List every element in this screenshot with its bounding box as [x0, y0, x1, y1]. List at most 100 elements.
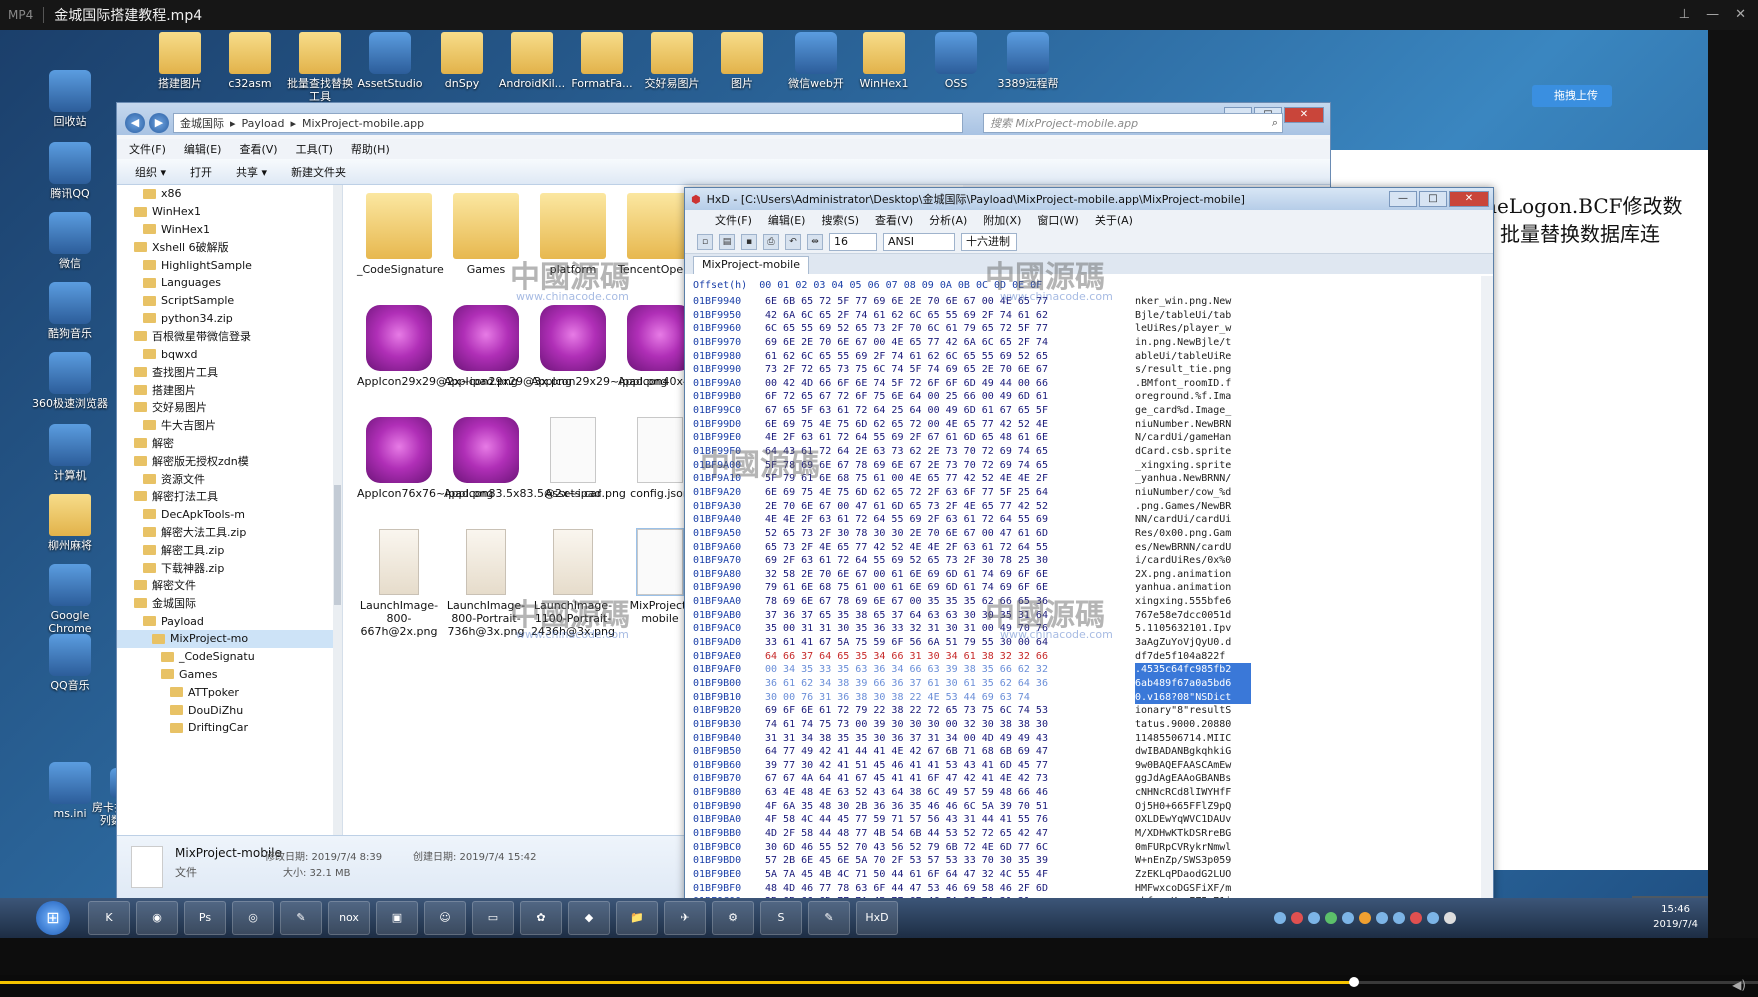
hex-text[interactable]: xingxing.555bfe6: [1135, 595, 1251, 609]
charset-select[interactable]: ANSI: [883, 232, 955, 251]
volume-icon[interactable]: ◀): [1732, 978, 1746, 992]
scrollbar[interactable]: [333, 185, 342, 835]
hex-bytes[interactable]: 6E 69 75 4E 75 6D 62 65 72 2F 63 6F 77 5…: [765, 486, 1135, 500]
hex-text[interactable]: 6ab489f67a0a5bd6: [1135, 676, 1251, 691]
hex-text[interactable]: .BMfont_roomID.f: [1135, 377, 1251, 391]
taskbar-app-button[interactable]: K: [88, 901, 130, 935]
hex-view[interactable]: Offset(h) 00 01 02 03 04 05 06 07 08 09 …: [685, 276, 1493, 938]
tree-item[interactable]: WinHex1: [117, 203, 342, 221]
hex-bytes[interactable]: 6E 6B 65 72 5F 77 69 6E 2E 70 6E 67 00 4…: [765, 295, 1135, 309]
hex-bytes[interactable]: 48 4D 46 77 78 63 6F 44 47 53 46 69 58 4…: [765, 882, 1135, 896]
hex-text[interactable]: 0mFURpCVRykrNmwl: [1135, 841, 1251, 855]
scrollbar[interactable]: [1481, 276, 1493, 938]
menu-item[interactable]: 关于(A): [1095, 212, 1133, 228]
desktop-icon[interactable]: WinHex1: [846, 32, 922, 90]
desktop-icon[interactable]: 腾讯QQ: [32, 142, 108, 200]
hex-text[interactable]: 767e58e7dcc0051d: [1135, 609, 1251, 623]
hex-row[interactable]: 01BF9980 61 62 6C 65 55 69 2F 74 61 62 6C…: [693, 350, 1251, 364]
taskbar-app-button[interactable]: ✎: [280, 901, 322, 935]
hex-row[interactable]: 01BF9B30 74 61 74 75 73 00 39 30 30 30 00…: [693, 718, 1251, 732]
hex-text[interactable]: .png.Games/NewBR: [1135, 500, 1251, 514]
hex-text[interactable]: Res/0x00.png.Gam: [1135, 527, 1251, 541]
hex-bytes[interactable]: 52 65 73 2F 30 78 30 30 2E 70 6E 67 00 4…: [765, 527, 1135, 541]
hex-bytes[interactable]: 64 66 37 64 65 35 34 66 31 30 34 61 38 3…: [765, 650, 1135, 664]
hex-row[interactable]: 01BF9960 6C 65 55 69 52 65 73 2F 70 6C 61…: [693, 322, 1251, 336]
forward-icon[interactable]: ▶: [149, 113, 169, 133]
hex-text[interactable]: OXLDEwYqWVC1DAUv: [1135, 813, 1251, 827]
hex-text[interactable]: M/XDHwKTkDSRreBG: [1135, 827, 1251, 841]
tray-icon[interactable]: [1410, 912, 1422, 924]
hex-row[interactable]: 01BF9AE0 64 66 37 64 65 35 34 66 31 30 34…: [693, 650, 1251, 664]
tree-item[interactable]: 搭建图片: [117, 381, 342, 399]
tray-icon[interactable]: [1291, 912, 1303, 924]
taskbar-app-button[interactable]: ▣: [376, 901, 418, 935]
tray-icon[interactable]: [1427, 912, 1439, 924]
taskbar-app-button[interactable]: ✎: [808, 901, 850, 935]
hex-bytes[interactable]: 31 31 34 38 35 35 30 36 37 31 34 00 4D 4…: [765, 732, 1135, 746]
desktop-icon[interactable]: QQ音乐: [32, 634, 108, 692]
hex-bytes[interactable]: 4F 58 4C 44 45 77 59 71 57 56 43 31 44 4…: [765, 813, 1135, 827]
hex-row[interactable]: 01BF9BD0 57 2B 6E 45 6E 5A 70 2F 53 57 53…: [693, 854, 1251, 868]
hex-bytes[interactable]: 6F 72 65 67 72 6F 75 6E 64 00 25 66 00 4…: [765, 390, 1135, 404]
hex-row[interactable]: 01BF9B90 4F 6A 35 48 30 2B 36 36 35 46 46…: [693, 800, 1251, 814]
tree-item[interactable]: 查找图片工具: [117, 363, 342, 381]
hex-bytes[interactable]: 78 69 6E 67 78 69 6E 67 00 35 35 35 62 6…: [765, 595, 1135, 609]
hex-bytes[interactable]: 00 42 4D 66 6F 6E 74 5F 72 6F 6F 6D 49 4…: [765, 377, 1135, 391]
hex-text[interactable]: 2X.png.animation: [1135, 568, 1251, 582]
maximize-button[interactable]: □: [1419, 191, 1447, 207]
hex-text[interactable]: nker_win.png.New: [1135, 295, 1251, 309]
hex-text[interactable]: ZzEKLqPDaodG2LUO: [1135, 868, 1251, 882]
pin-icon[interactable]: ⊥: [1679, 7, 1690, 22]
desktop-icon[interactable]: 交好易图片: [634, 32, 710, 90]
hex-text[interactable]: .4535c64fc985fb2: [1135, 663, 1251, 677]
tree-item[interactable]: WinHex1: [117, 221, 342, 239]
hex-bytes[interactable]: 69 6F 6E 61 72 79 22 38 22 72 65 73 75 6…: [765, 704, 1135, 718]
tree-item[interactable]: 解密工具.zip: [117, 541, 342, 559]
file-tile[interactable]: AppIcon76x76~ipad.png: [357, 417, 493, 500]
file-tile[interactable]: Games: [444, 193, 528, 276]
hex-bytes[interactable]: 4E 4E 2F 63 61 72 64 55 69 2F 63 61 72 6…: [765, 513, 1135, 527]
hex-row[interactable]: 01BF9AF0 00 34 35 33 35 63 36 34 66 63 39…: [693, 663, 1251, 677]
hex-row[interactable]: 01BF99E0 4E 2F 63 61 72 64 55 69 2F 67 61…: [693, 431, 1251, 445]
hex-text[interactable]: dwIBADANBgkqhkiG: [1135, 745, 1251, 759]
toolbar-button[interactable]: 打开: [190, 164, 212, 180]
breadcrumb-item[interactable]: 金城国际: [180, 115, 224, 131]
back-icon[interactable]: ◀: [125, 113, 145, 133]
hex-bytes[interactable]: 4F 6A 35 48 30 2B 36 36 35 46 46 6C 5A 3…: [765, 800, 1135, 814]
speaker-icon[interactable]: [1444, 912, 1456, 924]
clock[interactable]: 15:46 2019/7/4: [1653, 902, 1698, 932]
hex-text[interactable]: 11485506714.MIIC: [1135, 732, 1251, 746]
undo-icon[interactable]: ↶: [785, 233, 801, 250]
tree-item[interactable]: ScriptSample: [117, 292, 342, 310]
tree-item[interactable]: 解密打法工具: [117, 488, 342, 506]
hex-bytes[interactable]: 69 6E 2E 70 6E 67 00 4E 65 77 42 6A 6C 6…: [765, 336, 1135, 350]
address-bar[interactable]: 金城国际 ▸ Payload ▸ MixProject-mobile.app: [173, 113, 963, 133]
hex-text[interactable]: leUiRes/player_w: [1135, 322, 1251, 336]
file-tile[interactable]: Assets.car: [531, 417, 615, 500]
hex-bytes[interactable]: 5A 7A 45 4B 4C 71 50 44 61 6F 64 47 32 4…: [765, 868, 1135, 882]
menu-item[interactable]: 分析(A): [929, 212, 967, 228]
file-tile[interactable]: AppIcon29x29@2x~ipad.png: [357, 305, 518, 388]
desktop-icon[interactable]: 微信: [32, 212, 108, 270]
desktop-icon[interactable]: 图片: [704, 32, 780, 90]
close-button[interactable]: ✕: [1449, 191, 1489, 207]
hex-row[interactable]: 01BF9B70 67 67 4A 64 41 67 45 41 41 6F 47…: [693, 772, 1251, 786]
hex-bytes[interactable]: 35 00 31 31 30 35 36 33 32 31 30 31 00 4…: [765, 622, 1135, 636]
search-icon[interactable]: ⌕: [1272, 116, 1278, 130]
desktop-icon[interactable]: 批量查找替换工具: [282, 32, 358, 103]
upload-button[interactable]: 拖拽上传: [1532, 85, 1612, 107]
print-icon[interactable]: ⎙: [763, 233, 779, 250]
hex-row[interactable]: 01BF9A20 6E 69 75 4E 75 6D 62 65 72 2F 63…: [693, 486, 1251, 500]
hex-bytes[interactable]: 61 62 6C 65 55 69 2F 74 61 62 6C 65 55 6…: [765, 350, 1135, 364]
menu-item[interactable]: 文件(F): [715, 212, 752, 228]
hex-bytes[interactable]: 67 65 5F 63 61 72 64 25 64 00 49 6D 61 6…: [765, 404, 1135, 418]
hex-bytes[interactable]: 5F 78 69 6E 67 78 69 6E 67 2E 73 70 72 6…: [765, 459, 1135, 473]
tree-item[interactable]: DouDiZhu: [117, 701, 342, 719]
tray-icon[interactable]: [1359, 912, 1371, 924]
bytes-per-row-select[interactable]: 16: [829, 232, 877, 251]
hex-row[interactable]: 01BF9A50 52 65 73 2F 30 78 30 30 2E 70 6E…: [693, 527, 1251, 541]
hex-bytes[interactable]: 33 61 41 67 5A 75 59 6F 56 6A 51 79 55 3…: [765, 636, 1135, 650]
hex-bytes[interactable]: 2E 70 6E 67 00 47 61 6D 65 73 2F 4E 65 7…: [765, 500, 1135, 514]
hex-bytes[interactable]: 73 2F 72 65 73 75 6C 74 5F 74 69 65 2E 7…: [765, 363, 1135, 377]
hex-bytes[interactable]: 74 61 74 75 73 00 39 30 30 30 00 32 30 3…: [765, 718, 1135, 732]
